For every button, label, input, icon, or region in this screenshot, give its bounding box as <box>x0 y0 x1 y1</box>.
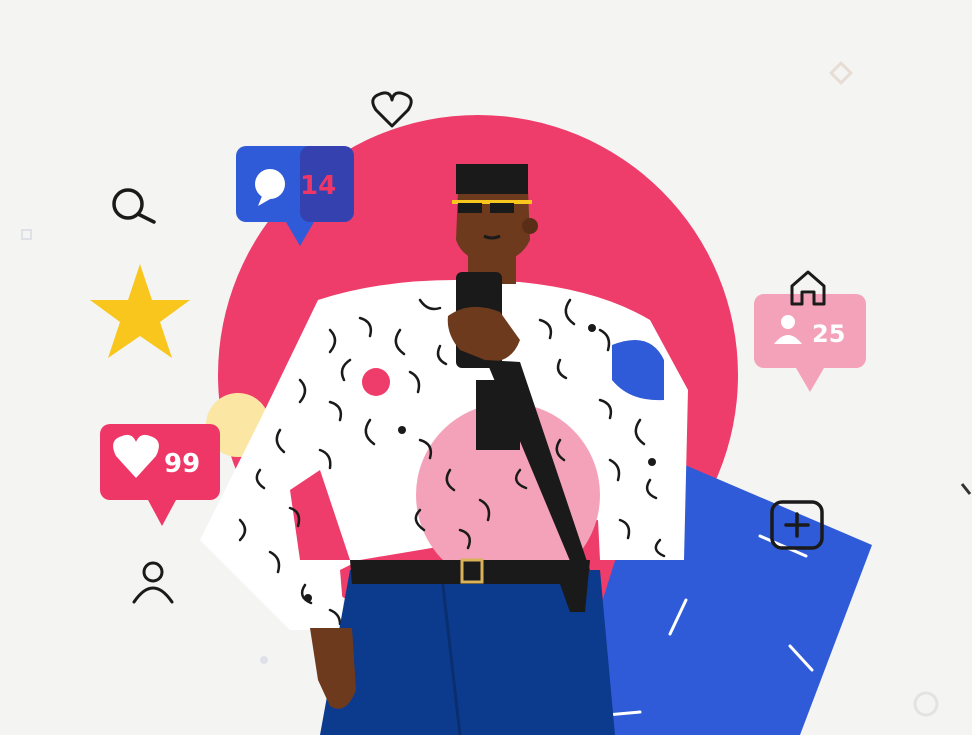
likes-badge[interactable]: 99 <box>100 424 220 526</box>
comments-count: 14 <box>300 171 336 201</box>
followers-count: 25 <box>812 320 845 348</box>
illustration-canvas: 14 99 25 <box>0 0 972 735</box>
ear <box>522 218 538 234</box>
left-hand <box>310 628 356 709</box>
star-icon[interactable] <box>90 264 190 358</box>
dot-decoration <box>260 656 268 664</box>
followers-badge[interactable]: 25 <box>754 294 866 392</box>
ring-decoration <box>913 691 939 717</box>
social-media-illustration: 14 99 25 <box>21 60 972 735</box>
square-decoration <box>21 229 32 240</box>
heart-outline-icon[interactable] <box>371 91 413 128</box>
shirt-dot-pink <box>362 368 390 396</box>
user-outline-icon[interactable] <box>132 561 174 604</box>
chevron-decoration <box>960 483 972 495</box>
hair <box>456 164 528 194</box>
search-icon[interactable] <box>112 188 156 224</box>
strap-block <box>476 380 520 450</box>
diamond-decoration <box>828 60 854 86</box>
likes-count: 99 <box>164 449 200 479</box>
